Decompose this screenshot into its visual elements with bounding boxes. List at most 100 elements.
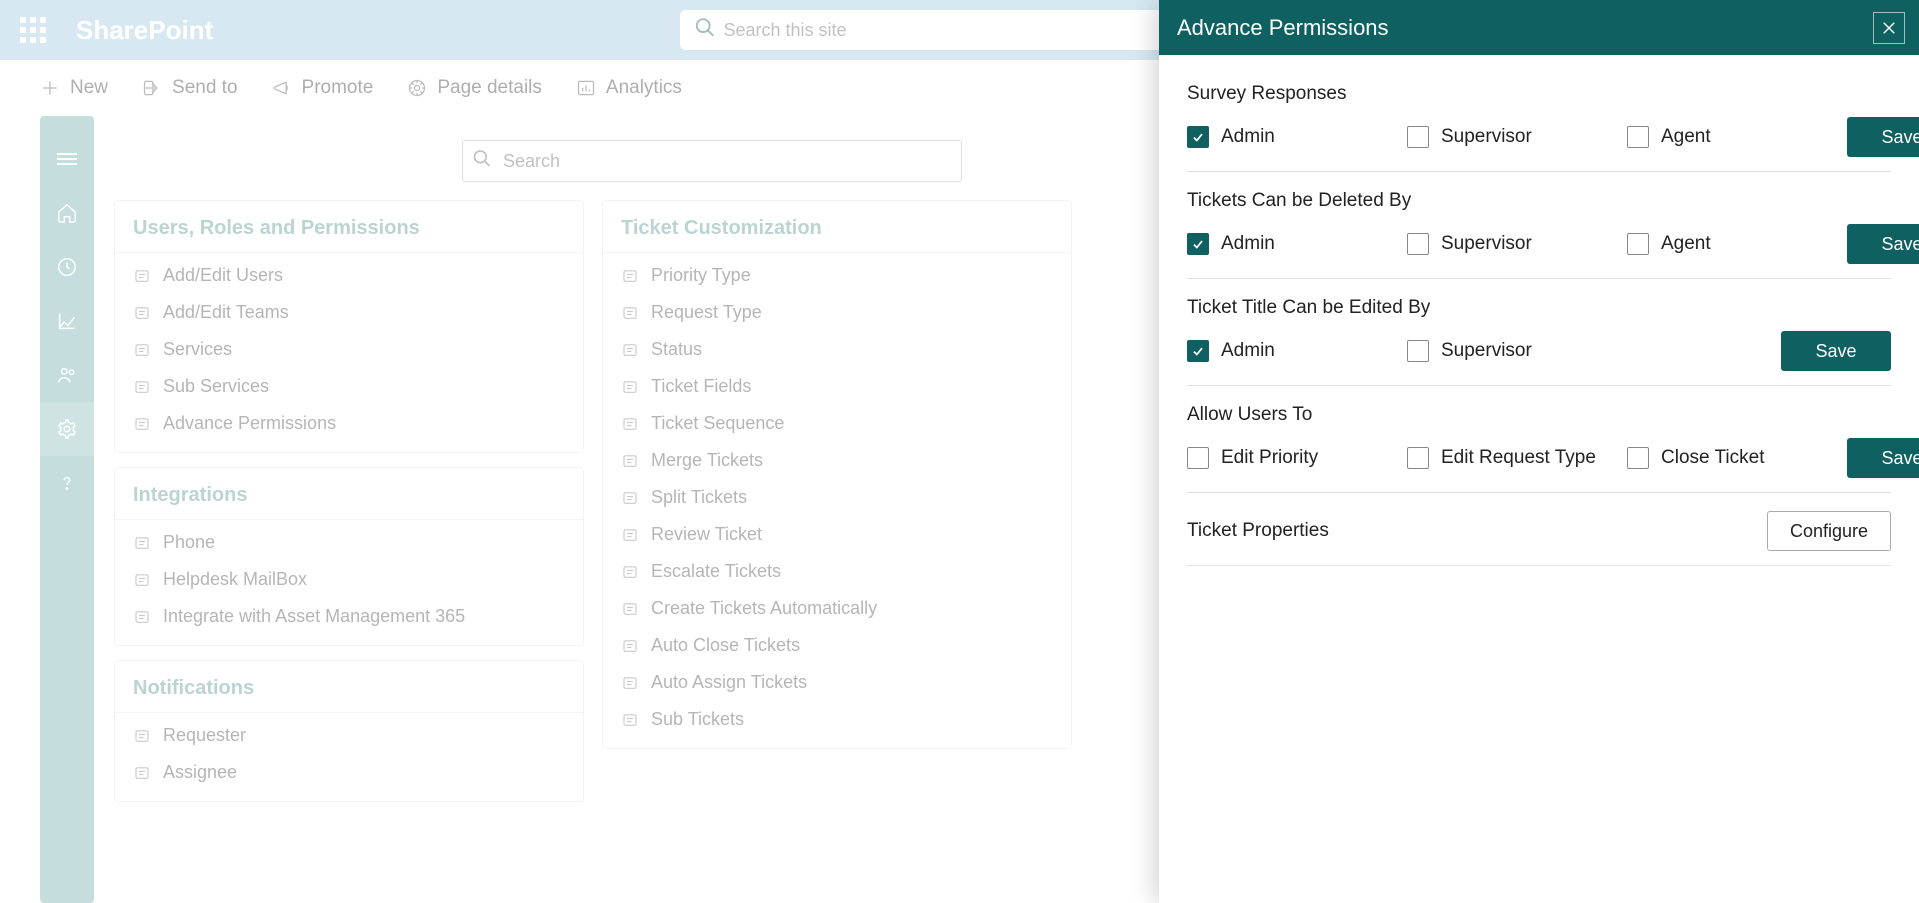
checkbox-option[interactable]: Supervisor	[1407, 126, 1627, 148]
list-item-label: Phone	[163, 532, 215, 553]
checkbox-option[interactable]: Admin	[1187, 126, 1407, 148]
checkbox[interactable]	[1187, 233, 1209, 255]
configure-button[interactable]: Configure	[1767, 511, 1891, 551]
save-button[interactable]: Save	[1847, 117, 1919, 157]
promote-button[interactable]: Promote	[272, 77, 374, 99]
permission-section: Tickets Can be Deleted By Admin Supervisor…	[1187, 172, 1891, 279]
checkbox-option[interactable]: Close Ticket	[1627, 447, 1847, 469]
checkbox-option[interactable]: Agent	[1627, 233, 1847, 255]
permission-section: Allow Users To Edit PriorityEdit Request …	[1187, 386, 1891, 493]
list-item[interactable]: Integrate with Asset Management 365	[125, 598, 573, 635]
list-item[interactable]: Status	[613, 331, 1061, 368]
side-nav	[40, 116, 94, 903]
list-item[interactable]: Phone	[125, 524, 573, 561]
checkbox[interactable]	[1407, 126, 1429, 148]
send-to-label: Send to	[172, 77, 238, 99]
advance-permissions-panel: Advance Permissions Survey ResponsesAdmi…	[1159, 0, 1919, 903]
list-item[interactable]: Auto Assign Tickets	[613, 664, 1061, 701]
list-item[interactable]: Auto Close Tickets	[613, 627, 1061, 664]
send-to-button[interactable]: Send to	[142, 77, 238, 99]
checkbox[interactable]	[1187, 340, 1209, 362]
analytics-button[interactable]: Analytics	[576, 77, 682, 99]
save-button[interactable]: Save	[1847, 438, 1919, 478]
new-button[interactable]: New	[40, 77, 108, 99]
nav-users[interactable]	[40, 348, 94, 402]
checkbox[interactable]	[1187, 126, 1209, 148]
search-icon	[694, 17, 716, 44]
list-item[interactable]: Services	[125, 331, 573, 368]
checkbox-label: Admin	[1221, 233, 1275, 255]
list-item[interactable]: Sub Services	[125, 368, 573, 405]
nav-home[interactable]	[40, 186, 94, 240]
checkbox[interactable]	[1627, 447, 1649, 469]
list-item[interactable]: Escalate Tickets	[613, 553, 1061, 590]
list-item[interactable]: Ticket Fields	[613, 368, 1061, 405]
card-notifications: Notifications RequesterAssignee	[114, 660, 584, 802]
checkbox[interactable]	[1187, 447, 1209, 469]
list-item[interactable]: Merge Tickets	[613, 442, 1061, 479]
checkbox-option[interactable]: Edit Request Type	[1407, 447, 1627, 469]
app-title: SharePoint	[76, 15, 213, 46]
list-item[interactable]: Review Ticket	[613, 516, 1061, 553]
list-item[interactable]: Assignee	[125, 754, 573, 791]
nav-settings[interactable]	[40, 402, 94, 456]
list-item[interactable]: Add/Edit Teams	[125, 294, 573, 331]
site-search-wrap	[680, 10, 1240, 50]
list-item-label: Advance Permissions	[163, 413, 336, 434]
checkbox[interactable]	[1407, 447, 1429, 469]
checkbox-option[interactable]: Admin	[1187, 233, 1407, 255]
checkbox[interactable]	[1407, 340, 1429, 362]
local-search-input[interactable]	[462, 140, 962, 182]
nav-dashboard[interactable]	[40, 240, 94, 294]
list-item[interactable]: Create Tickets Automatically	[613, 590, 1061, 627]
list-item-label: Status	[651, 339, 702, 360]
section-title: Ticket Title Can be Edited By	[1187, 297, 1891, 319]
list-item-label: Review Ticket	[651, 524, 762, 545]
list-item[interactable]: Split Tickets	[613, 479, 1061, 516]
permission-section: Ticket Title Can be Edited By Admin Superv…	[1187, 279, 1891, 386]
checkbox-label: Close Ticket	[1661, 447, 1764, 469]
checkbox-option[interactable]: Admin	[1187, 340, 1407, 362]
list-item[interactable]: Add/Edit Users	[125, 257, 573, 294]
section-title: Ticket Properties	[1187, 520, 1329, 542]
card-ticket-customization: Ticket Customization Priority Type Reques…	[602, 200, 1072, 749]
nav-hamburger[interactable]	[40, 132, 94, 186]
list-item[interactable]: Advance Permissions	[125, 405, 573, 442]
nav-reports[interactable]	[40, 294, 94, 348]
list-item[interactable]: Priority Type	[613, 257, 1061, 294]
page-details-label: Page details	[437, 77, 542, 99]
checkbox-label: Supervisor	[1441, 340, 1532, 362]
list-item[interactable]: Sub Tickets	[613, 701, 1061, 738]
checkbox-option[interactable]: Edit Priority	[1187, 447, 1407, 469]
card-title: Users, Roles and Permissions	[115, 201, 583, 253]
checkbox[interactable]	[1407, 233, 1429, 255]
section-title: Allow Users To	[1187, 404, 1891, 426]
checkbox-option[interactable]: Agent	[1627, 126, 1847, 148]
checkbox-label: Supervisor	[1441, 233, 1532, 255]
site-search-input[interactable]	[680, 10, 1240, 50]
checkbox-option[interactable]: Supervisor	[1407, 340, 1627, 362]
list-item[interactable]: Requester	[125, 717, 573, 754]
list-item-label: Auto Assign Tickets	[651, 672, 807, 693]
list-item[interactable]: Helpdesk MailBox	[125, 561, 573, 598]
list-item[interactable]: Request Type	[613, 294, 1061, 331]
section-title: Survey Responses	[1187, 83, 1891, 105]
list-item-label: Ticket Fields	[651, 376, 751, 397]
list-item-label: Requester	[163, 725, 246, 746]
section-title: Tickets Can be Deleted By	[1187, 190, 1891, 212]
checkbox[interactable]	[1627, 233, 1649, 255]
save-button[interactable]: Save	[1847, 224, 1919, 264]
checkbox[interactable]	[1627, 126, 1649, 148]
app-launcher-icon[interactable]	[20, 17, 46, 43]
page-details-button[interactable]: Page details	[407, 77, 542, 99]
new-label: New	[70, 77, 108, 99]
checkbox-option[interactable]: Supervisor	[1407, 233, 1627, 255]
close-button[interactable]	[1873, 12, 1905, 44]
save-button[interactable]: Save	[1781, 331, 1891, 371]
list-item-label: Assignee	[163, 762, 237, 783]
card-title: Ticket Customization	[603, 201, 1071, 253]
nav-help[interactable]	[40, 456, 94, 510]
analytics-label: Analytics	[606, 77, 682, 99]
list-item-label: Request Type	[651, 302, 762, 323]
list-item[interactable]: Ticket Sequence	[613, 405, 1061, 442]
